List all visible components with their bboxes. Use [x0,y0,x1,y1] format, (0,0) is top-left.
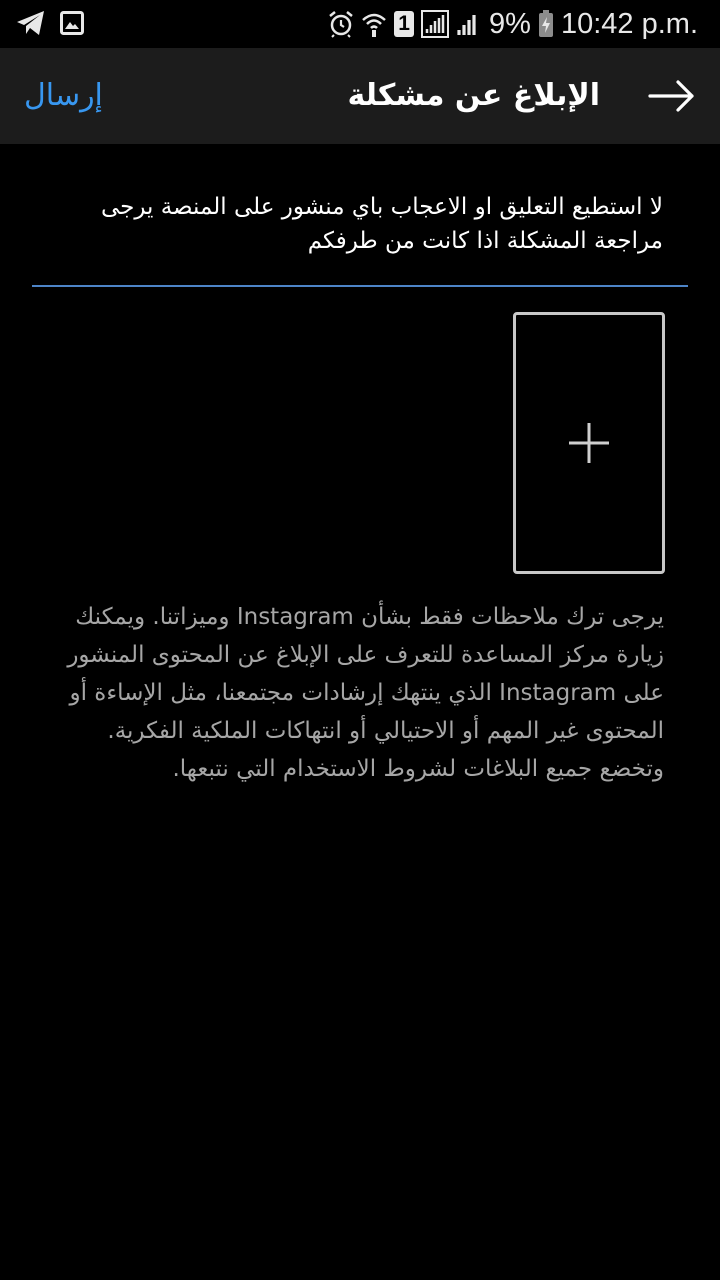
app-bar: إرسال الإبلاغ عن مشكلة [0,48,720,144]
plus-icon [569,423,609,463]
page-title: الإبلاغ عن مشكلة [347,78,600,113]
clock: 10:42 p.m. [560,7,698,40]
add-screenshot-button[interactable] [513,312,665,574]
arrow-right-icon [648,80,694,112]
report-text-field[interactable]: لا استطيع التعليق او الاعجاب باي منشور ع… [63,190,663,258]
sim-icon: 1 [394,11,415,37]
status-bar-right: 1 9% 10:42 p.m. [328,4,698,44]
back-button[interactable] [644,72,700,120]
wifi-icon [362,13,386,37]
status-bar: 1 9% 10:42 p.m. [0,0,720,48]
info-text: يرجى ترك ملاحظات فقط بشأن Instagram وميز… [67,604,664,782]
gallery-icon [60,11,84,35]
battery-percent: 9% [489,7,531,40]
alarm-icon [329,11,353,38]
submit-button[interactable]: إرسال [24,72,103,120]
signal-icon [457,15,476,35]
input-underline [32,285,688,287]
sim-badge: 1 [398,12,410,35]
battery-icon [538,10,553,37]
telegram-icon [17,11,44,35]
status-bar-left [16,10,84,36]
signal-frame-icon [421,10,450,38]
